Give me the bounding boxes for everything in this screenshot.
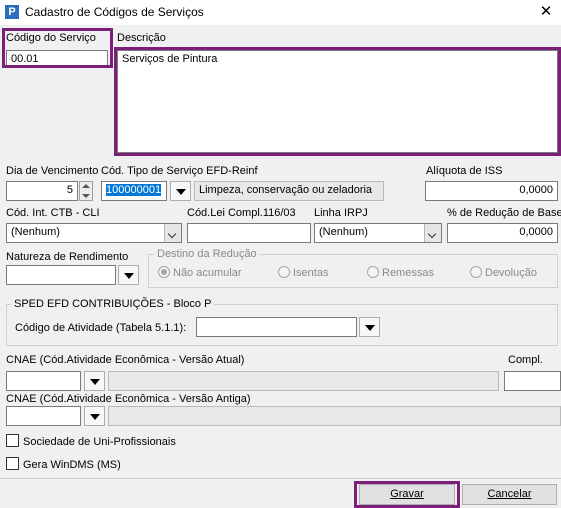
irpj-label: Linha IRPJ [314, 207, 368, 219]
reducao-label: % de Redução de Base [447, 207, 561, 219]
radio-label: Isentas [293, 267, 329, 279]
gravar-highlight [354, 481, 460, 508]
cnae-antiga-description [108, 406, 561, 426]
cnae-antiga-label: CNAE (Cód.Atividade Econômica - Versão A… [6, 393, 251, 405]
tipo-servico-input[interactable]: 100000001 [101, 181, 167, 201]
destino-title: Destino da Redução [154, 248, 260, 260]
ctb-label: Cód. Int. CTB - CLI [6, 207, 100, 219]
ctb-value: (Nenhum) [11, 226, 60, 238]
checkbox-icon [6, 434, 19, 447]
natureza-input[interactable] [6, 265, 116, 285]
vencimento-label: Dia de Vencimento [6, 165, 99, 177]
natureza-dropdown-button[interactable] [118, 265, 139, 285]
radio-label: Remessas [382, 267, 434, 279]
lei-compl-label: Cód.Lei Compl.116/03 [187, 207, 296, 219]
chevron-down-icon[interactable] [424, 224, 441, 242]
descricao-highlight [114, 47, 561, 156]
reducao-input[interactable]: 0,0000 [447, 223, 558, 243]
spin-up-icon[interactable] [82, 184, 90, 188]
tipo-servico-dropdown-button[interactable] [170, 181, 191, 201]
tipo-servico-description: Limpeza, conservação ou zeladoria [194, 181, 384, 201]
radio-icon [278, 266, 290, 278]
chevron-down-icon[interactable] [164, 224, 181, 242]
atividade-dropdown-button[interactable] [359, 317, 380, 337]
tipo-servico-label: Cód. Tipo de Serviço EFD-Reinf [101, 165, 258, 177]
radio-label: Devolução [485, 267, 537, 279]
irpj-combo[interactable]: (Nenhum) [314, 223, 442, 243]
aliquota-label: Alíquota de ISS [426, 165, 503, 177]
radio-devolucao[interactable]: Devolução [470, 266, 537, 279]
irpj-value: (Nenhum) [319, 226, 368, 238]
cancelar-button[interactable]: Cancelar [462, 484, 557, 505]
checkbox-label: Gera WinDMS (MS) [23, 459, 121, 471]
radio-nao-acumular[interactable]: Não acumular [158, 266, 241, 279]
dialog-window: P Cadastro de Códigos de Serviços ✕ Códi… [0, 0, 561, 508]
cnae-antiga-code-input[interactable] [6, 406, 81, 426]
app-logo-icon: P [5, 5, 19, 19]
atividade-label: Código de Atividade (Tabela 5.1.1): [15, 322, 187, 334]
radio-icon [367, 266, 379, 278]
codigo-highlight [2, 28, 113, 68]
compl-input[interactable] [504, 371, 561, 391]
radio-selected-icon [158, 266, 170, 278]
aliquota-input[interactable]: 0,0000 [425, 181, 558, 201]
checkbox-icon [6, 457, 19, 470]
cnae-atual-label: CNAE (Cód.Atividade Econômica - Versão A… [6, 354, 245, 366]
window-title: Cadastro de Códigos de Serviços [25, 5, 204, 19]
cnae-atual-description [108, 371, 499, 391]
sped-title: SPED EFD CONTRIBUIÇÕES - Bloco P [11, 298, 215, 310]
natureza-label: Natureza de Rendimento [6, 251, 129, 263]
atividade-input[interactable] [196, 317, 357, 337]
cnae-antiga-dropdown-button[interactable] [84, 406, 105, 426]
uni-profissionais-checkbox[interactable]: Sociedade de Uni-Profissionais [6, 434, 176, 448]
descricao-label: Descrição [117, 32, 166, 44]
radio-icon [470, 266, 482, 278]
windms-checkbox[interactable]: Gera WinDMS (MS) [6, 457, 121, 471]
close-icon[interactable]: ✕ [537, 3, 555, 21]
footer-divider [0, 478, 561, 479]
vencimento-input[interactable]: 5 [6, 181, 78, 201]
ctb-combo[interactable]: (Nenhum) [6, 223, 182, 243]
tipo-servico-value: 100000001 [106, 184, 162, 196]
spin-down-icon[interactable] [82, 194, 90, 198]
checkbox-label: Sociedade de Uni-Profissionais [23, 436, 176, 448]
vencimento-spinner[interactable] [79, 181, 93, 201]
lei-compl-input[interactable] [187, 223, 311, 243]
title-bar: P Cadastro de Códigos de Serviços ✕ [0, 0, 561, 25]
radio-label: Não acumular [173, 267, 242, 279]
compl-label: Compl. [508, 354, 543, 366]
cnae-atual-dropdown-button[interactable] [84, 371, 105, 391]
radio-isentas[interactable]: Isentas [278, 266, 328, 279]
cnae-atual-code-input[interactable] [6, 371, 81, 391]
radio-remessas[interactable]: Remessas [367, 266, 434, 279]
